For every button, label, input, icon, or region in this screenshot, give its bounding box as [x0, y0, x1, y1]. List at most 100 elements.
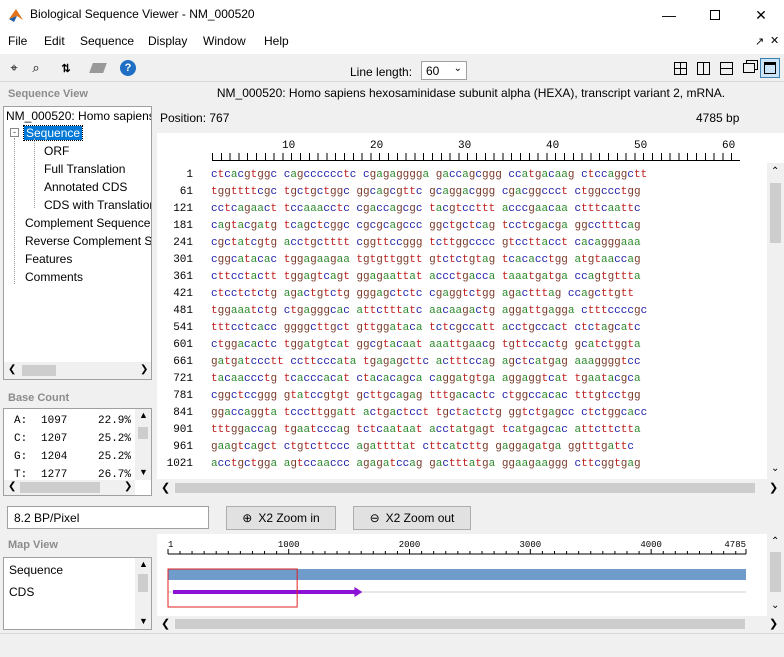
scroll-thumb[interactable] [770, 183, 781, 243]
row-number: 481 [173, 305, 193, 317]
zoom-in-icon[interactable]: ⌖ [4, 58, 24, 78]
tree-item-full-translation[interactable]: Full Translation [44, 162, 125, 176]
row-number: 61 [179, 186, 193, 198]
tree-expand-icon[interactable]: - [10, 128, 19, 137]
menu-window[interactable]: Window [203, 34, 246, 48]
scroll-down-icon[interactable]: ▼ [139, 616, 148, 626]
zoom-ratio-field[interactable]: 8.2 BP/Pixel [7, 506, 209, 529]
scroll-up-icon[interactable]: ▲ [139, 410, 148, 420]
map-ruler-label: 4000 [640, 540, 662, 550]
row-number: 901 [173, 424, 193, 436]
row-number: 661 [173, 356, 193, 368]
zoom-out-icon[interactable]: ⌕ [26, 58, 46, 78]
tree-item-features[interactable]: Features [25, 252, 72, 266]
base-count-vscroll[interactable]: ▲ ▼ [135, 409, 151, 480]
tree-item-complement[interactable]: Complement Sequence [25, 216, 150, 230]
row-bases: cgctatcgtg acctgctttt cggttccggg tcttggc… [211, 237, 641, 249]
zoom-out-icon: ⊖ [369, 511, 380, 525]
map-hscroll[interactable]: ❮ ❯ [157, 616, 784, 632]
tile-columns-icon[interactable] [693, 58, 713, 78]
base-count-header: Base Count [0, 386, 155, 408]
scroll-thumb[interactable] [175, 483, 755, 493]
map-vscroll[interactable]: ⌃ ⌄ [767, 534, 784, 616]
base-count-hscroll[interactable]: ❮ ❯ [4, 480, 135, 495]
close-doc-icon[interactable]: ✕ [770, 34, 779, 47]
tree-item-sequence[interactable]: Sequence [22, 125, 84, 141]
sequence-vscroll[interactable]: ⌃ ⌄ [767, 163, 784, 479]
maximize-button[interactable] [692, 0, 738, 30]
undock-icon[interactable]: ↗ [755, 35, 764, 48]
row-bases: tacaaccctg tcacccacat ctacacagca caggatg… [211, 373, 641, 385]
scroll-left-icon[interactable]: ❮ [8, 364, 16, 375]
zoom-in-button[interactable]: ⊕ X2 Zoom in [226, 506, 336, 530]
scroll-up-icon[interactable]: ⌃ [771, 166, 779, 177]
zoom-out-button[interactable]: ⊖ X2 Zoom out [353, 506, 471, 530]
sequence-rows[interactable]: 1 ctcacgtggc cagcccccctc cgagagggga gacca… [157, 169, 767, 477]
base-count-table: A: 1097 22.9% C: 1207 25.2% G: 1204 25.2% T: 12… [3, 408, 152, 496]
tree-item-orf[interactable]: ORF [44, 144, 69, 158]
close-button[interactable]: ✕ [738, 0, 784, 30]
scroll-thumb[interactable] [770, 552, 781, 592]
row-number: 721 [173, 373, 193, 385]
row-bases: cctcagaact tccaaacctc cgaccagcgc tacgtcc… [211, 203, 641, 215]
menu-help[interactable]: Help [264, 34, 289, 48]
tree-item-cds-translation[interactable]: CDS with Translation [44, 198, 151, 212]
base-row-a: A: 1097 22.9% [14, 415, 132, 427]
row-bases: cagtacgatg tcagctcggc cgcgcagccc ggctgct… [211, 220, 641, 232]
scroll-down-icon[interactable]: ⌄ [771, 600, 779, 611]
float-window-icon[interactable] [739, 58, 759, 78]
map-tracks-vscroll[interactable]: ▲ ▼ [135, 558, 151, 629]
sequence-row: 781 cggctccggg gtatccgtgt gcttgcagag tttg… [157, 390, 767, 407]
scroll-down-icon[interactable]: ⌄ [771, 463, 779, 474]
menu-bar: File Edit Sequence Display Window Help ↗… [0, 30, 784, 54]
map-canvas[interactable]: 1 1000 2000 3000 4000 4785 [157, 534, 767, 616]
help-icon[interactable]: ? [118, 58, 138, 78]
tree-root[interactable]: NM_000520: Homo sapiens [6, 109, 151, 123]
tree-horizontal-scrollbar[interactable]: ❮ ❯ [4, 362, 151, 379]
row-number: 1021 [166, 458, 193, 470]
menu-sequence[interactable]: Sequence [80, 34, 134, 48]
eraser-icon[interactable] [88, 58, 108, 78]
tree-item-reverse-complement[interactable]: Reverse Complement Se [25, 234, 151, 248]
scroll-thumb[interactable] [138, 427, 148, 439]
map-display[interactable]: 1 1000 2000 3000 4000 4785 ⌃ ⌄ ❮ ❯ [157, 534, 784, 632]
scroll-thumb[interactable] [20, 482, 100, 493]
scroll-up-icon[interactable]: ▲ [139, 559, 148, 569]
scroll-right-icon[interactable]: ❯ [769, 481, 778, 494]
scroll-left-icon[interactable]: ❮ [8, 481, 16, 492]
sequence-row: 541 tttcctcacc ggggcttgct gttggataca tctc… [157, 322, 767, 339]
menu-file[interactable]: File [8, 34, 27, 48]
row-number: 541 [173, 322, 193, 334]
map-cds-arrow-head [354, 587, 363, 597]
map-track-sequence[interactable]: Sequence [9, 563, 63, 577]
scroll-up-icon[interactable]: ⌃ [771, 536, 779, 547]
minimize-button[interactable]: — [646, 0, 692, 30]
scroll-thumb[interactable] [138, 574, 148, 592]
scroll-thumb[interactable] [22, 365, 56, 376]
sequence-row: 181 cagtacgatg tcagctcggc cgcgcagccc ggct… [157, 220, 767, 237]
scroll-thumb[interactable] [175, 619, 745, 629]
scroll-right-icon[interactable]: ❯ [140, 364, 148, 375]
line-length-select[interactable]: 60 ⌄ [421, 61, 467, 80]
row-bases: gatgatccctt ccttcccata tgagagcttc actttc… [211, 356, 641, 368]
row-bases: cggcatacac tggagaagaa tgtgttggtt gtctctg… [211, 254, 641, 266]
tree-item-comments[interactable]: Comments [25, 270, 83, 284]
map-view-header: Map View [0, 533, 155, 557]
menu-edit[interactable]: Edit [44, 34, 65, 48]
scroll-left-icon[interactable]: ❮ [161, 617, 170, 630]
scroll-right-icon[interactable]: ❯ [124, 481, 132, 492]
menu-display[interactable]: Display [148, 34, 187, 48]
tile-rows-icon[interactable] [716, 58, 736, 78]
maximize-pane-icon[interactable] [760, 58, 780, 78]
sequence-hscroll[interactable]: ❮ ❯ [157, 479, 784, 497]
scroll-down-icon[interactable]: ▼ [139, 467, 148, 477]
complement-icon[interactable]: ⇅ [56, 58, 76, 78]
zoom-in-icon: ⊕ [242, 511, 253, 525]
scroll-left-icon[interactable]: ❮ [161, 481, 170, 494]
map-track-cds[interactable]: CDS [9, 585, 34, 599]
scroll-right-icon[interactable]: ❯ [769, 617, 778, 630]
tree-item-annotated-cds[interactable]: Annotated CDS [44, 180, 127, 194]
map-sequence-bar [168, 569, 746, 580]
tile-grid-icon[interactable] [670, 58, 690, 78]
status-bar [0, 633, 784, 657]
